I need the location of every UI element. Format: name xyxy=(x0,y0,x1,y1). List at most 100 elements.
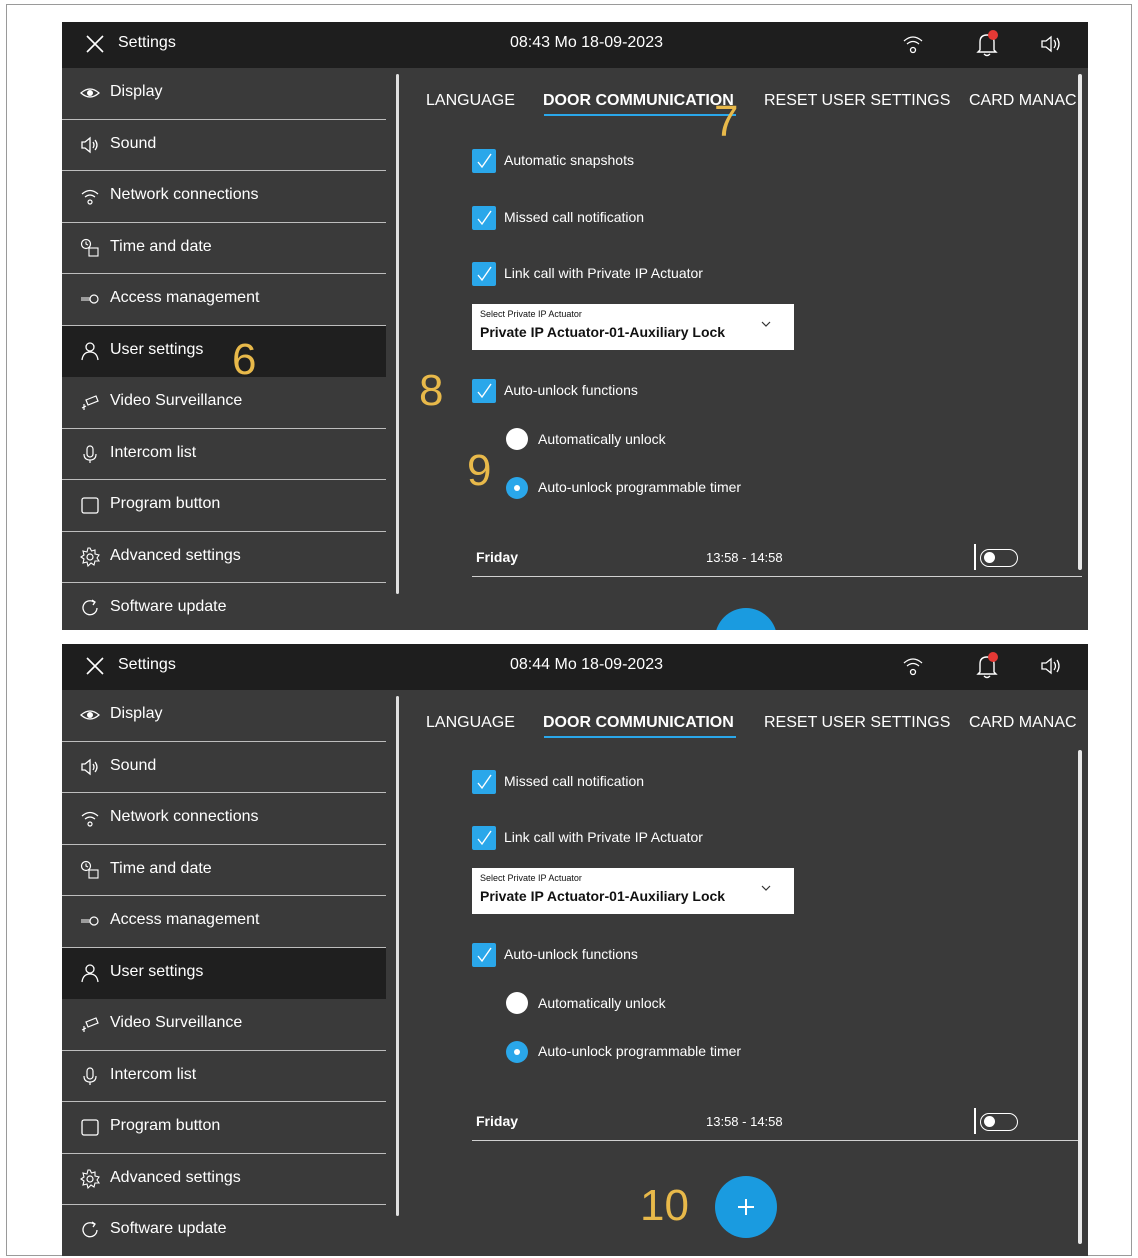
sidebar-item-label: Access management xyxy=(110,289,260,306)
sidebar-item-intercom-list[interactable]: Intercom list xyxy=(62,429,386,480)
callout-9: 9 xyxy=(467,446,492,495)
sidebar-item-advanced-settings[interactable]: Advanced settings xyxy=(62,532,386,583)
sidebar-item-access-management[interactable]: Access management xyxy=(62,274,386,326)
option-label: Link call with Private IP Actuator xyxy=(504,265,703,281)
sidebar-item-label: User settings xyxy=(110,962,204,980)
content-scrollbar[interactable] xyxy=(1078,74,1082,570)
sidebar-item-network[interactable]: Network connections xyxy=(62,171,386,223)
sidebar-item-label: Sound xyxy=(110,134,157,152)
actuator-select[interactable]: Select Private IP Actuator Private IP Ac… xyxy=(472,304,794,350)
checkbox-auto-unlock[interactable] xyxy=(472,379,496,403)
content-scrollbar[interactable] xyxy=(1078,750,1082,1244)
key-icon xyxy=(81,916,99,926)
clock-calendar-icon xyxy=(80,238,99,257)
callout-8: 8 xyxy=(419,366,444,415)
option-label: Link call with Private IP Actuator xyxy=(504,829,703,845)
sidebar-item-software-update[interactable]: Software update xyxy=(62,1205,386,1256)
sidebar-item-label: User settings xyxy=(110,340,204,358)
tab-reset-user-settings[interactable]: RESET USER SETTINGS xyxy=(764,92,950,110)
option-label: Automatic snapshots xyxy=(504,152,634,168)
close-icon[interactable] xyxy=(84,655,106,677)
wifi-icon[interactable] xyxy=(902,654,924,678)
speaker-icon[interactable] xyxy=(1040,34,1062,54)
option-label: Auto-unlock functions xyxy=(504,946,638,962)
add-button[interactable] xyxy=(715,608,777,630)
sidebar-item-video-surveillance[interactable]: Video Surveillance xyxy=(62,377,386,429)
sidebar-item-label: Video Surveillance xyxy=(110,1014,243,1031)
sidebar-item-software-update[interactable]: Software update xyxy=(62,583,386,630)
schedule-divider xyxy=(974,544,976,570)
checkbox-automatic-snapshots[interactable] xyxy=(472,149,496,173)
option-label: Automatically unlock xyxy=(538,431,666,447)
radio-automatically-unlock[interactable] xyxy=(506,428,528,450)
sidebar-item-intercom-list[interactable]: Intercom list xyxy=(62,1051,386,1102)
checkbox-auto-unlock[interactable] xyxy=(472,943,496,967)
checkbox-link-call[interactable] xyxy=(472,262,496,286)
sidebar-item-display[interactable]: Display xyxy=(62,690,386,742)
tab-reset-user-settings[interactable]: RESET USER SETTINGS xyxy=(764,714,950,732)
sidebar-item-label: Display xyxy=(110,83,163,100)
refresh-icon xyxy=(82,1221,98,1238)
sidebar-item-program-button[interactable]: Program button xyxy=(62,1102,386,1154)
option-label: Auto-unlock programmable timer xyxy=(538,1043,742,1059)
radio-automatically-unlock[interactable] xyxy=(506,992,528,1014)
radio-programmable-timer[interactable] xyxy=(506,1041,528,1063)
option-label: Automatically unlock xyxy=(538,995,666,1011)
schedule-day: Friday xyxy=(476,549,519,565)
add-button[interactable] xyxy=(715,1176,777,1238)
active-tab-indicator xyxy=(544,114,736,116)
schedule-row-line xyxy=(472,1140,1082,1141)
tab-language[interactable]: LANGUAGE xyxy=(426,92,515,110)
sidebar-item-label: Time and date xyxy=(110,859,212,877)
tab-door-communication[interactable]: DOOR COMMUNICATION xyxy=(543,92,734,110)
sidebar-item-label: Advanced settings xyxy=(110,546,241,564)
schedule-toggle[interactable] xyxy=(980,549,1018,567)
sidebar-item-user-settings[interactable]: User settings xyxy=(62,325,386,377)
notification-bell-icon[interactable] xyxy=(974,652,1000,680)
checkbox-missed-call[interactable] xyxy=(472,770,496,794)
microphone-icon xyxy=(83,444,97,463)
sidebar-item-label: Video Surveillance xyxy=(110,392,243,409)
sidebar-item-label: Display xyxy=(110,705,163,722)
sidebar-item-access-management[interactable]: Access management xyxy=(62,896,386,948)
sidebar-scrollbar[interactable] xyxy=(396,74,399,594)
sidebar-item-program-button[interactable]: Program button xyxy=(62,480,386,532)
notification-bell-icon[interactable] xyxy=(974,30,1000,58)
top-bar: Settings 08:43 Mo 18-09-2023 xyxy=(62,22,1088,68)
actuator-select[interactable]: Select Private IP Actuator Private IP Ac… xyxy=(472,868,794,914)
sidebar-item-sound[interactable]: Sound xyxy=(62,120,386,171)
sidebar-item-user-settings[interactable]: User settings xyxy=(62,947,386,999)
radio-programmable-timer[interactable] xyxy=(506,477,528,499)
schedule-toggle[interactable] xyxy=(980,1113,1018,1131)
tab-card-management[interactable]: CARD MANAC xyxy=(969,92,1077,110)
schedule-day: Friday xyxy=(476,1113,519,1129)
select-value: Private IP Actuator-01-Auxiliary Lock xyxy=(480,324,726,340)
tab-card-management[interactable]: CARD MANAC xyxy=(969,714,1077,732)
wifi-icon[interactable] xyxy=(902,32,924,56)
select-caption: Select Private IP Actuator xyxy=(480,309,582,319)
speaker-icon xyxy=(81,758,98,775)
microphone-icon xyxy=(83,1066,97,1085)
speaker-icon[interactable] xyxy=(1040,656,1062,676)
sidebar-scrollbar[interactable] xyxy=(396,696,399,1216)
sidebar-item-display[interactable]: Display xyxy=(62,68,386,120)
schedule-divider xyxy=(974,1108,976,1134)
sidebar-item-time-date[interactable]: Time and date xyxy=(62,845,386,896)
gear-icon xyxy=(80,546,100,567)
sidebar-item-sound[interactable]: Sound xyxy=(62,742,386,793)
callout-10: 10 xyxy=(640,1181,689,1230)
gear-icon xyxy=(80,1168,100,1189)
sidebar-item-advanced-settings[interactable]: Advanced settings xyxy=(62,1154,386,1205)
close-icon[interactable] xyxy=(84,33,106,55)
sidebar-item-video-surveillance[interactable]: Video Surveillance xyxy=(62,999,386,1051)
checkbox-link-call[interactable] xyxy=(472,826,496,850)
sidebar-item-time-date[interactable]: Time and date xyxy=(62,223,386,274)
square-button-icon xyxy=(81,497,99,514)
sidebar-item-network[interactable]: Network connections xyxy=(62,793,386,845)
select-caption: Select Private IP Actuator xyxy=(480,873,582,883)
tab-language[interactable]: LANGUAGE xyxy=(426,714,515,732)
sidebar-item-label: Intercom list xyxy=(110,443,197,461)
checkbox-missed-call[interactable] xyxy=(472,206,496,230)
schedule-time: 13:58 - 14:58 xyxy=(706,550,783,565)
tab-door-communication[interactable]: DOOR COMMUNICATION xyxy=(543,714,734,732)
